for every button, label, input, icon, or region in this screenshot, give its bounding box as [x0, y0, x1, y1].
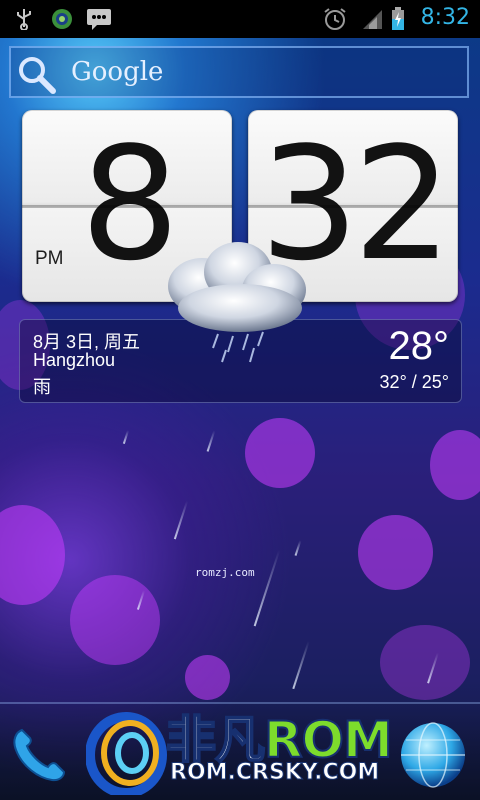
app-circle-icon — [50, 8, 74, 30]
status-time: 8:32 — [420, 5, 470, 30]
rain-streak — [294, 540, 302, 556]
search-icon — [17, 55, 57, 95]
weather-temperature: 28° — [388, 324, 450, 368]
rain-streak — [173, 500, 189, 540]
message-icon — [86, 8, 112, 30]
weather-city: Hangzhou — [33, 350, 116, 370]
bokeh-dot — [245, 418, 315, 488]
weather-range: 32° / 25° — [379, 372, 449, 392]
bokeh-dot — [430, 430, 480, 500]
rain-streak — [122, 430, 130, 444]
phone-icon[interactable] — [8, 724, 68, 788]
rain-streak — [253, 549, 281, 627]
weather-condition: 雨 — [33, 377, 51, 397]
bokeh-dot — [70, 575, 160, 665]
alarm-clock-icon — [322, 8, 348, 30]
browser-globe-icon[interactable] — [398, 720, 468, 794]
bokeh-dot — [0, 505, 65, 605]
status-bar: 8:32 — [0, 0, 480, 38]
usb-icon — [12, 8, 36, 30]
rain-cloud-icon — [158, 236, 316, 366]
signal-icon — [360, 8, 384, 30]
bokeh-dot — [380, 625, 470, 700]
bokeh-dot — [185, 655, 230, 700]
rain-streak — [206, 430, 216, 452]
clock-ampm: PM — [35, 248, 64, 269]
battery-charging-icon — [390, 7, 406, 30]
rain-streak — [292, 640, 310, 690]
rom-url: ROM.CRSKY.COM — [169, 760, 380, 786]
bokeh-dot — [358, 515, 433, 590]
watermark-text: romzj.com — [195, 566, 255, 579]
search-label: Google — [71, 57, 164, 87]
google-search-bar[interactable]: Google — [9, 46, 469, 98]
